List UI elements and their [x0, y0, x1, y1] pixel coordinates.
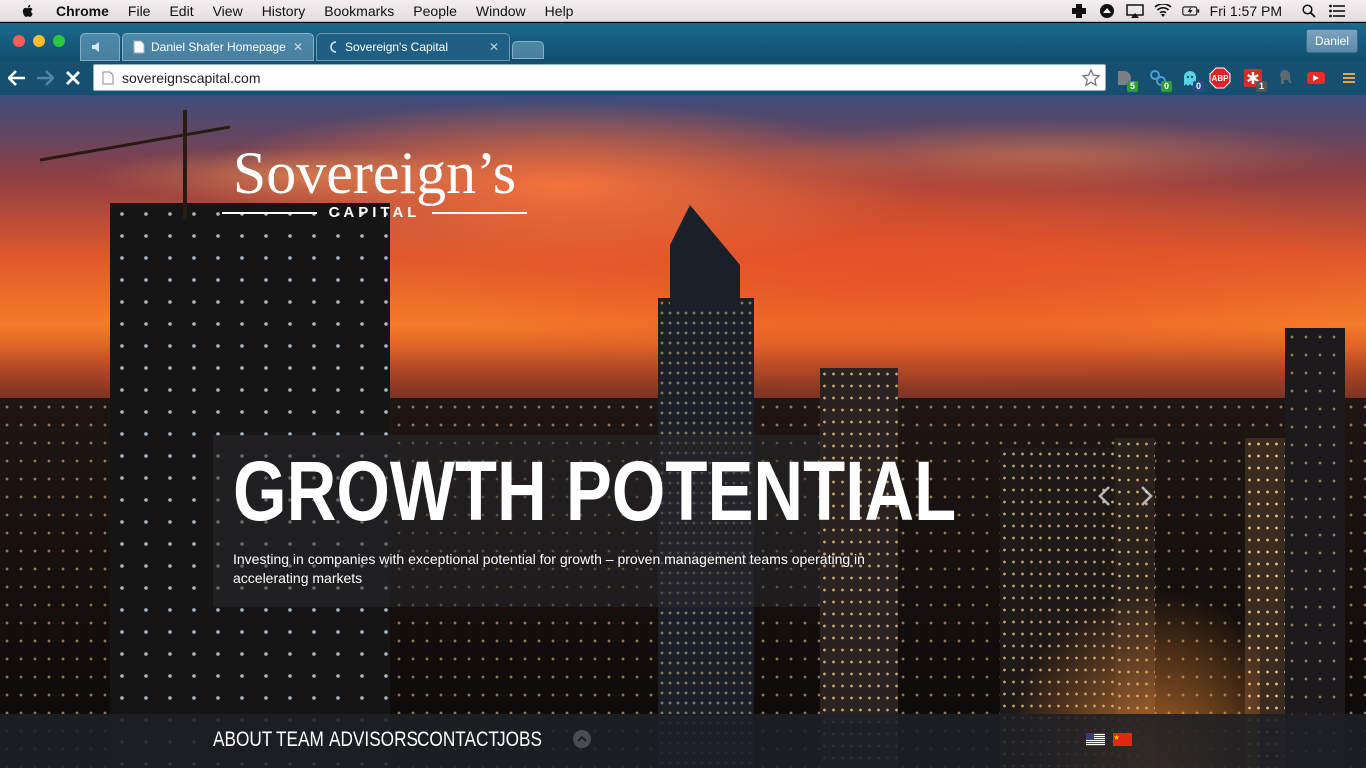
logo-rule — [222, 211, 317, 214]
ghost-icon[interactable]: 0 — [1179, 67, 1204, 92]
adblock-icon[interactable]: ABP — [1209, 67, 1231, 89]
logo-name: Sovereign’s — [232, 140, 517, 206]
stop-x-icon — [66, 71, 80, 85]
slider-next-arrow-icon[interactable] — [1133, 484, 1157, 508]
logo-sub: CAPITAL — [222, 204, 528, 221]
extension-badge: 0 — [1161, 81, 1172, 92]
youtube-icon[interactable] — [1305, 67, 1327, 89]
tab-label: Daniel Shafer Homepage — [151, 40, 286, 54]
logo-rule — [432, 211, 528, 214]
nav-advisors[interactable]: ADVISORS — [329, 728, 418, 752]
browser-toolbar: 5 0 0 ABP 1 — [0, 61, 1366, 95]
back-arrow-icon — [8, 70, 25, 86]
menu-window[interactable]: Window — [476, 3, 526, 19]
menu-history[interactable]: History — [262, 3, 306, 19]
nav-team[interactable]: TEAM — [276, 728, 324, 752]
slider-prev-arrow-icon[interactable] — [1094, 484, 1118, 508]
profile-name: Daniel — [1314, 34, 1349, 48]
extension-badge: 5 — [1127, 81, 1138, 92]
close-tab-icon[interactable]: ✕ — [293, 40, 303, 54]
apple-icon[interactable] — [20, 3, 36, 19]
new-tab-button[interactable] — [512, 41, 544, 59]
elephant-icon[interactable] — [1275, 67, 1297, 89]
menu-bookmarks[interactable]: Bookmarks — [324, 3, 394, 19]
plus-cross-icon[interactable] — [1070, 3, 1088, 19]
sync-status-icon[interactable] — [1098, 3, 1116, 19]
wifi-icon[interactable] — [1154, 3, 1172, 19]
menubar: Chrome File Edit View History Bookmarks … — [0, 0, 1366, 22]
menubar-clock[interactable]: Fri 1:57 PM — [1210, 3, 1282, 19]
chevron-up-icon — [577, 735, 587, 742]
hero-description: Investing in companies with exceptional … — [233, 551, 865, 586]
tab-strip: Daniel Shafer Homepage ✕ Sovereign's Cap… — [0, 23, 1366, 61]
close-tab-icon[interactable]: ✕ — [489, 40, 499, 54]
loading-spinner-icon — [330, 41, 337, 53]
stop-loading-button[interactable] — [62, 67, 84, 89]
forward-button[interactable] — [34, 67, 56, 89]
hero-title: GROWTH POTENTIAL — [233, 444, 957, 538]
tab-sovereigns-capital[interactable]: Sovereign's Capital ✕ — [316, 33, 510, 61]
window-zoom-button[interactable] — [53, 35, 65, 47]
menu-help[interactable]: Help — [545, 3, 574, 19]
nav-about[interactable]: ABOUT — [213, 728, 272, 752]
menu-file[interactable]: File — [128, 3, 151, 19]
menu-view[interactable]: View — [213, 3, 243, 19]
logo-subtitle: CAPITAL — [328, 204, 421, 221]
notification-center-icon[interactable] — [1328, 3, 1346, 19]
crane-image — [39, 110, 231, 220]
nav-jobs[interactable]: JOBS — [497, 728, 542, 752]
spire-image — [670, 205, 740, 305]
sovereigns-capital-logo[interactable]: Sovereign’s CAPITAL — [222, 140, 528, 221]
nav-contact[interactable]: CONTACT — [417, 728, 499, 752]
airplay-icon[interactable] — [1125, 3, 1144, 19]
menu-app-name[interactable]: Chrome — [56, 3, 109, 19]
url-input[interactable] — [122, 69, 1062, 86]
page-icon — [102, 71, 114, 84]
window-minimize-button[interactable] — [33, 35, 45, 47]
back-button[interactable] — [6, 67, 28, 89]
spotlight-search-icon[interactable] — [1300, 3, 1318, 19]
tab-daniel-shafer-homepage[interactable]: Daniel Shafer Homepage ✕ — [122, 33, 314, 61]
en-us-flag-icon[interactable] — [1086, 733, 1105, 746]
extension-d-icon[interactable]: 5 — [1113, 67, 1138, 92]
forward-arrow-icon — [37, 70, 54, 86]
menu-icon[interactable] — [1338, 67, 1360, 89]
hero-section: Sovereign’s CAPITAL GROWTH POTENTIAL Inv… — [0, 95, 1366, 768]
menu-people[interactable]: People — [413, 3, 457, 19]
bookmark-star-icon[interactable] — [1081, 68, 1101, 88]
extension-badge: 0 — [1193, 81, 1204, 92]
extension-badge: 1 — [1256, 81, 1267, 92]
site-nav-bar: ABOUT TEAM ADVISORS CONTACT JOBS — [0, 714, 1366, 768]
adblock-label: ABP — [1211, 73, 1229, 83]
lastpass-icon[interactable]: 1 — [1242, 67, 1267, 92]
profile-button[interactable]: Daniel — [1305, 29, 1358, 53]
tab-muted[interactable] — [80, 33, 120, 61]
tab-label: Sovereign's Capital — [345, 40, 449, 54]
address-bar[interactable] — [93, 64, 1106, 91]
speaker-icon — [92, 42, 99, 52]
menu-edit[interactable]: Edit — [169, 3, 193, 19]
battery-icon[interactable] — [1181, 3, 1200, 19]
scroll-up-button[interactable] — [573, 730, 591, 748]
zh-cn-flag-icon[interactable] — [1113, 733, 1132, 746]
extension-b-icon[interactable]: 0 — [1147, 67, 1172, 92]
window-close-button[interactable] — [13, 35, 25, 47]
page-icon — [133, 40, 145, 54]
